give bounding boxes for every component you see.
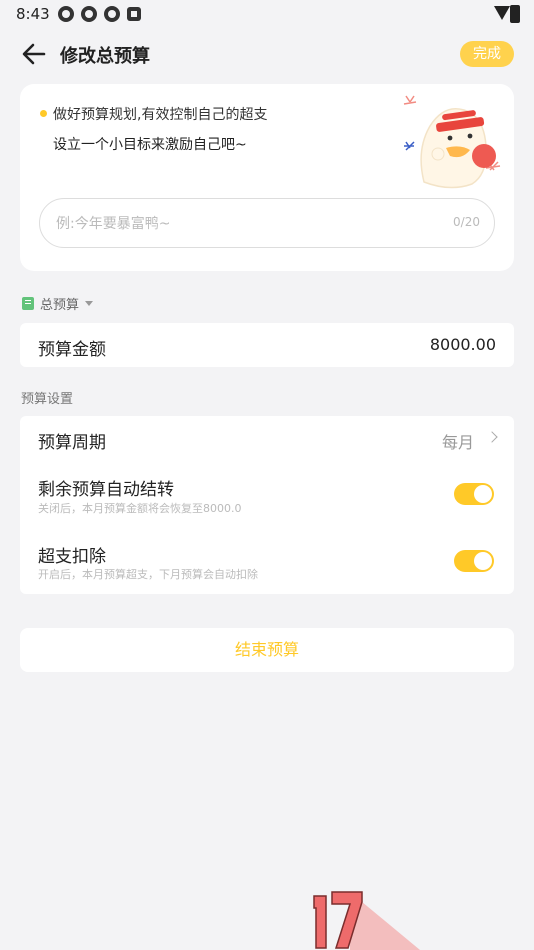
settings-section-header: 预算设置	[21, 392, 74, 407]
overspend-deduction-label: 超支扣除	[38, 547, 106, 567]
a-notification-icon	[127, 7, 141, 21]
carryover-toggle[interactable]	[454, 483, 494, 505]
budget-period-label: 预算周期	[38, 433, 106, 453]
goal-prompt-text: 设立一个小目标来激励自己吧~	[53, 137, 247, 153]
goal-input[interactable]	[54, 199, 438, 249]
overspend-deduction-toggle[interactable]	[454, 550, 494, 572]
wifi-icon	[494, 6, 510, 20]
settings-card: 预算周期 每月 剩余预算自动结转 关闭后，本月预算金额将会恢复至8000.0 超…	[20, 416, 514, 594]
end-budget-button[interactable]: 结束预算	[20, 628, 514, 672]
back-arrow-icon[interactable]	[18, 38, 50, 70]
status-time: 8:43	[16, 5, 50, 23]
app-notification-icon	[58, 6, 74, 22]
book-icon	[22, 296, 34, 310]
done-button[interactable]: 完成	[460, 41, 514, 67]
page-title: 修改总预算	[60, 46, 150, 67]
chevron-right-icon	[486, 431, 498, 443]
budget-type-selector[interactable]: 总预算	[22, 294, 94, 313]
status-notification-icons	[58, 6, 141, 22]
app-notification-icon	[104, 6, 120, 22]
battery-icon	[510, 5, 520, 23]
app-notification-icon	[81, 6, 97, 22]
overspend-deduction-description: 开启后，本月预算超支，下月预算会自动扣除	[38, 568, 258, 581]
tip-bullet	[40, 110, 47, 117]
watermark-logo	[313, 891, 420, 950]
duck-mascot-illustration	[403, 95, 501, 189]
budget-amount-row[interactable]: 预算金额 8000.00	[20, 323, 514, 367]
status-bar: 8:43	[0, 0, 534, 28]
top-bar: 修改总预算 完成	[0, 30, 534, 78]
goal-input-wrapper: 0/20	[39, 198, 495, 249]
budget-amount-label: 预算金额	[38, 340, 106, 360]
budget-period-value: 每月	[441, 433, 474, 452]
carryover-label: 剩余预算自动结转	[38, 480, 174, 500]
carryover-description: 关闭后，本月预算金额将会恢复至8000.0	[38, 502, 242, 515]
goal-card: 做好预算规划,有效控制自己的超支 设立一个小目标来激励自己吧~ 0/20	[20, 84, 514, 271]
budget-amount-value: 8000.00	[429, 335, 496, 354]
budget-period-row[interactable]: 预算周期 每月	[20, 416, 514, 462]
char-counter: 0/20	[453, 215, 480, 229]
budget-type-label: 总预算	[40, 297, 80, 313]
goal-tip-text: 做好预算规划,有效控制自己的超支	[53, 107, 268, 123]
caret-down-icon	[85, 300, 94, 306]
